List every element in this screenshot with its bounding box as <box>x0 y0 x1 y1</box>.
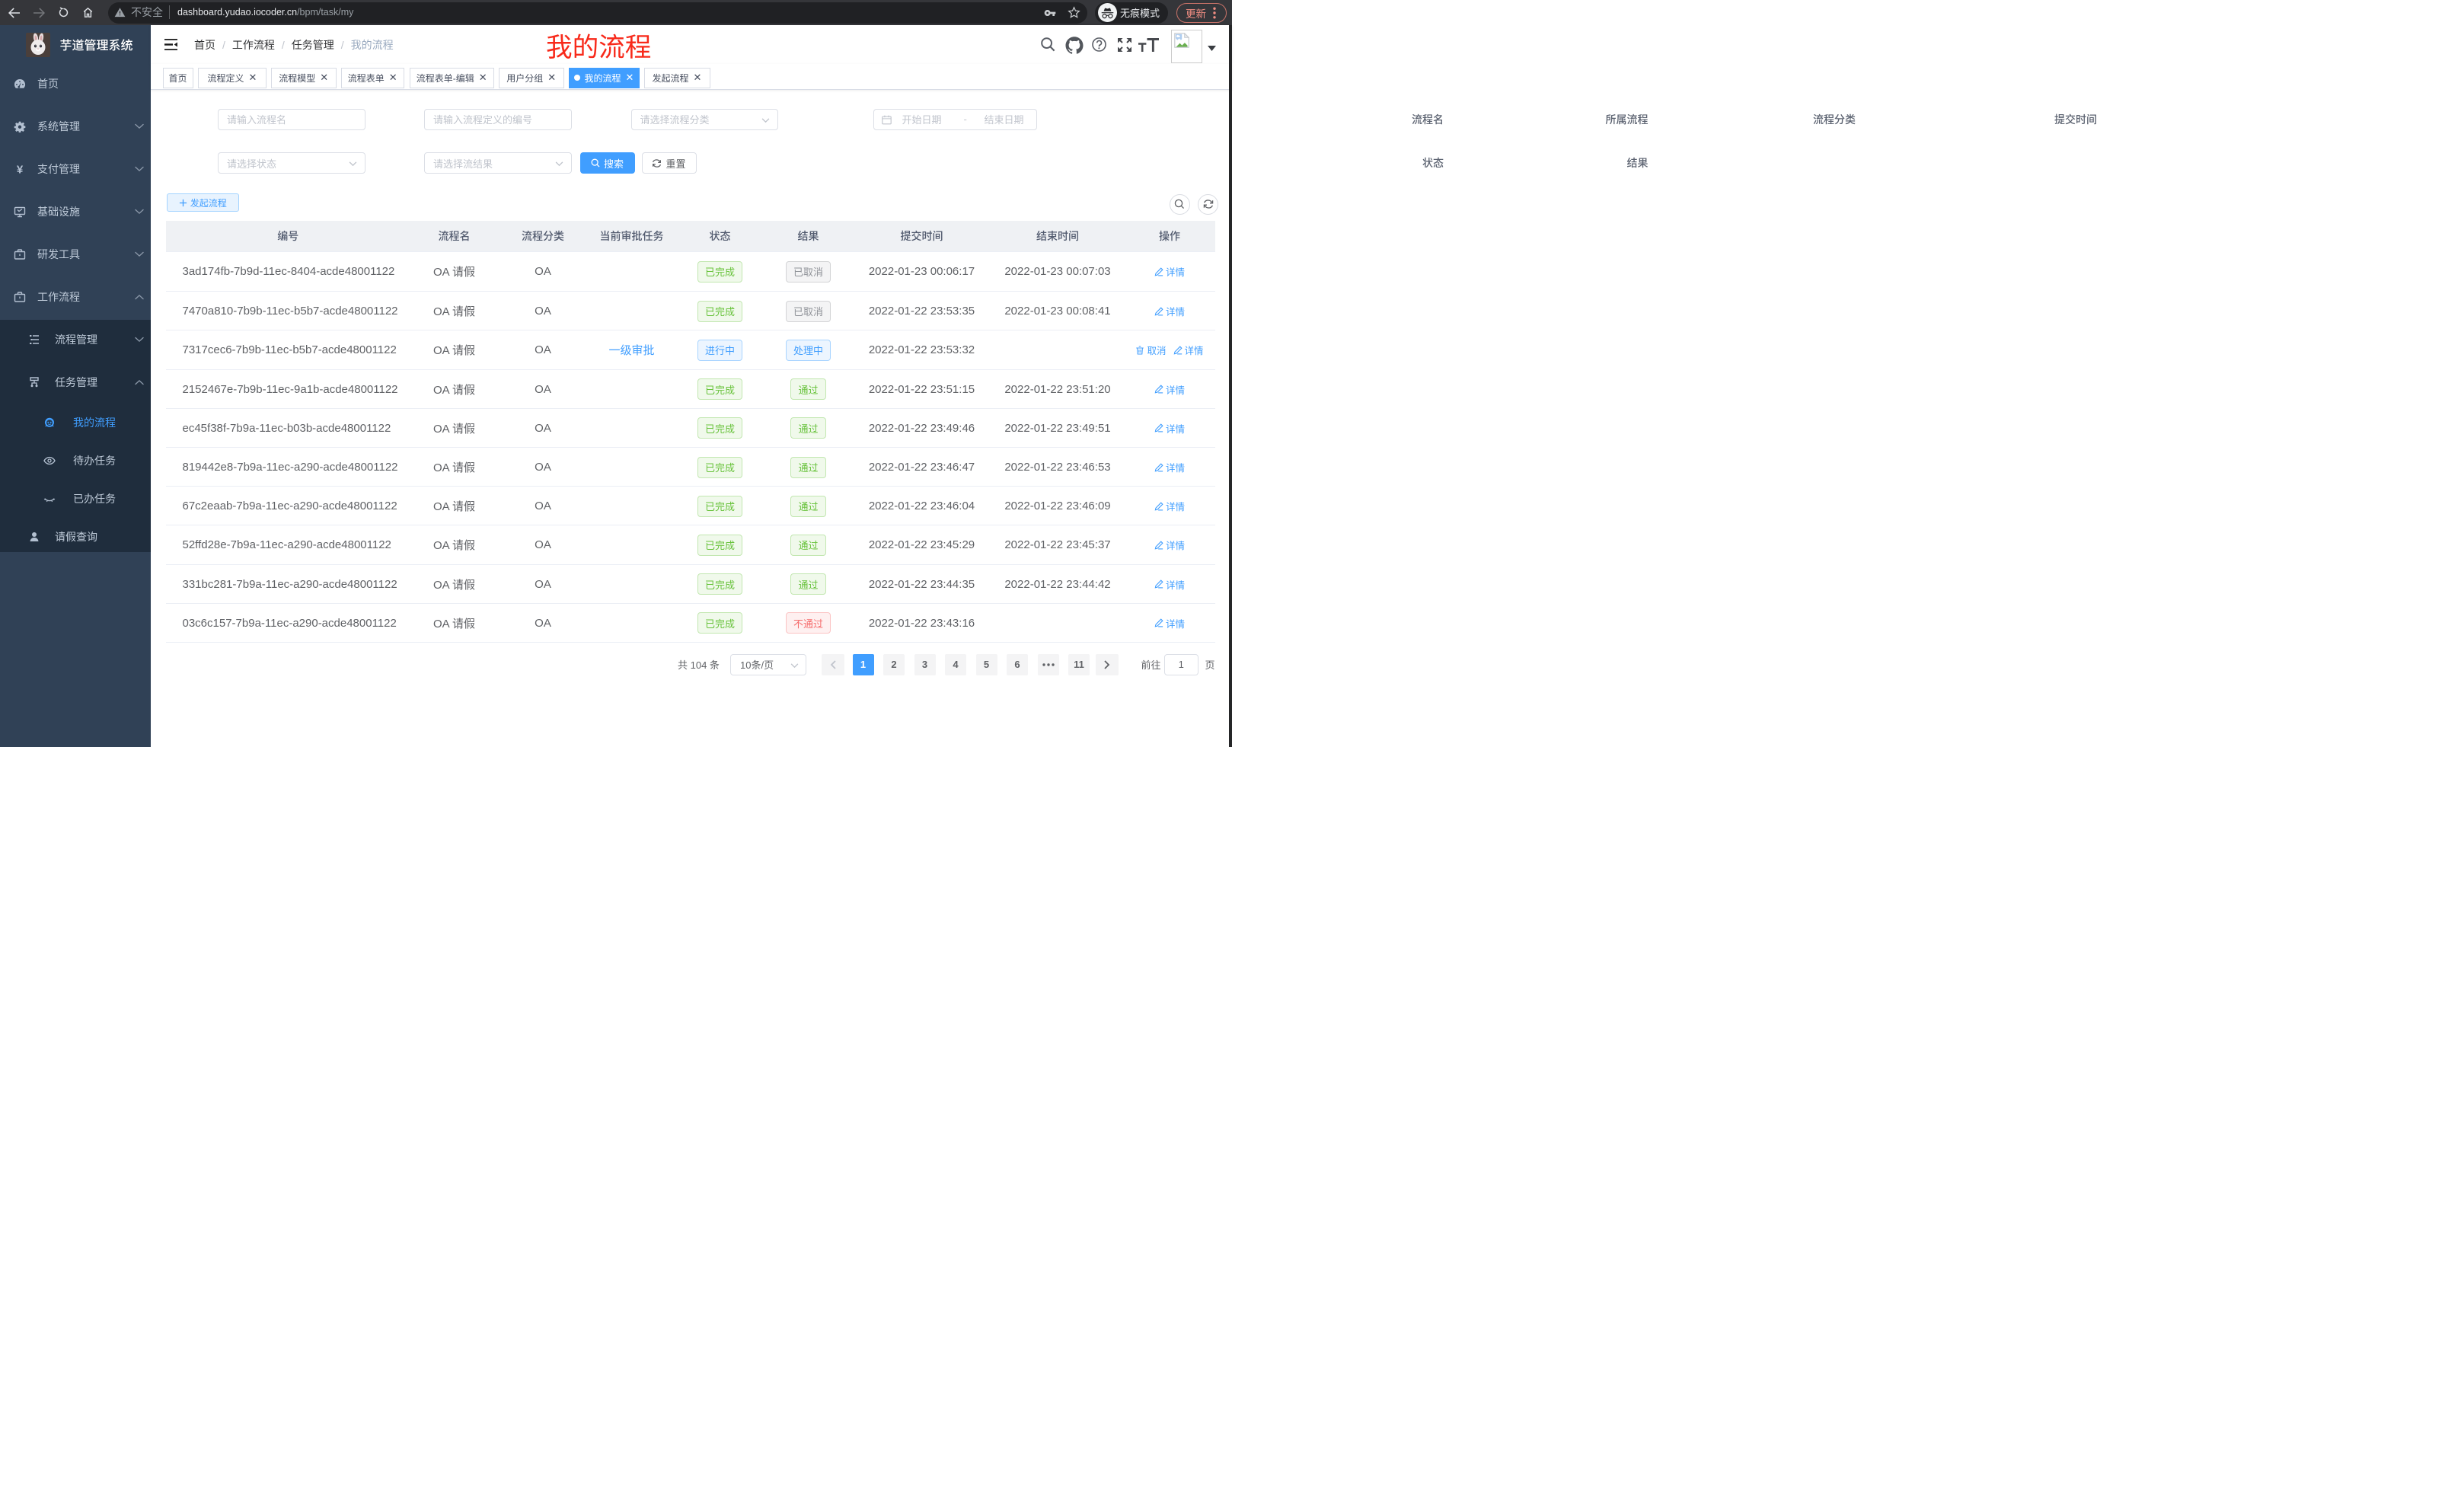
svg-text:¥: ¥ <box>17 164 24 176</box>
